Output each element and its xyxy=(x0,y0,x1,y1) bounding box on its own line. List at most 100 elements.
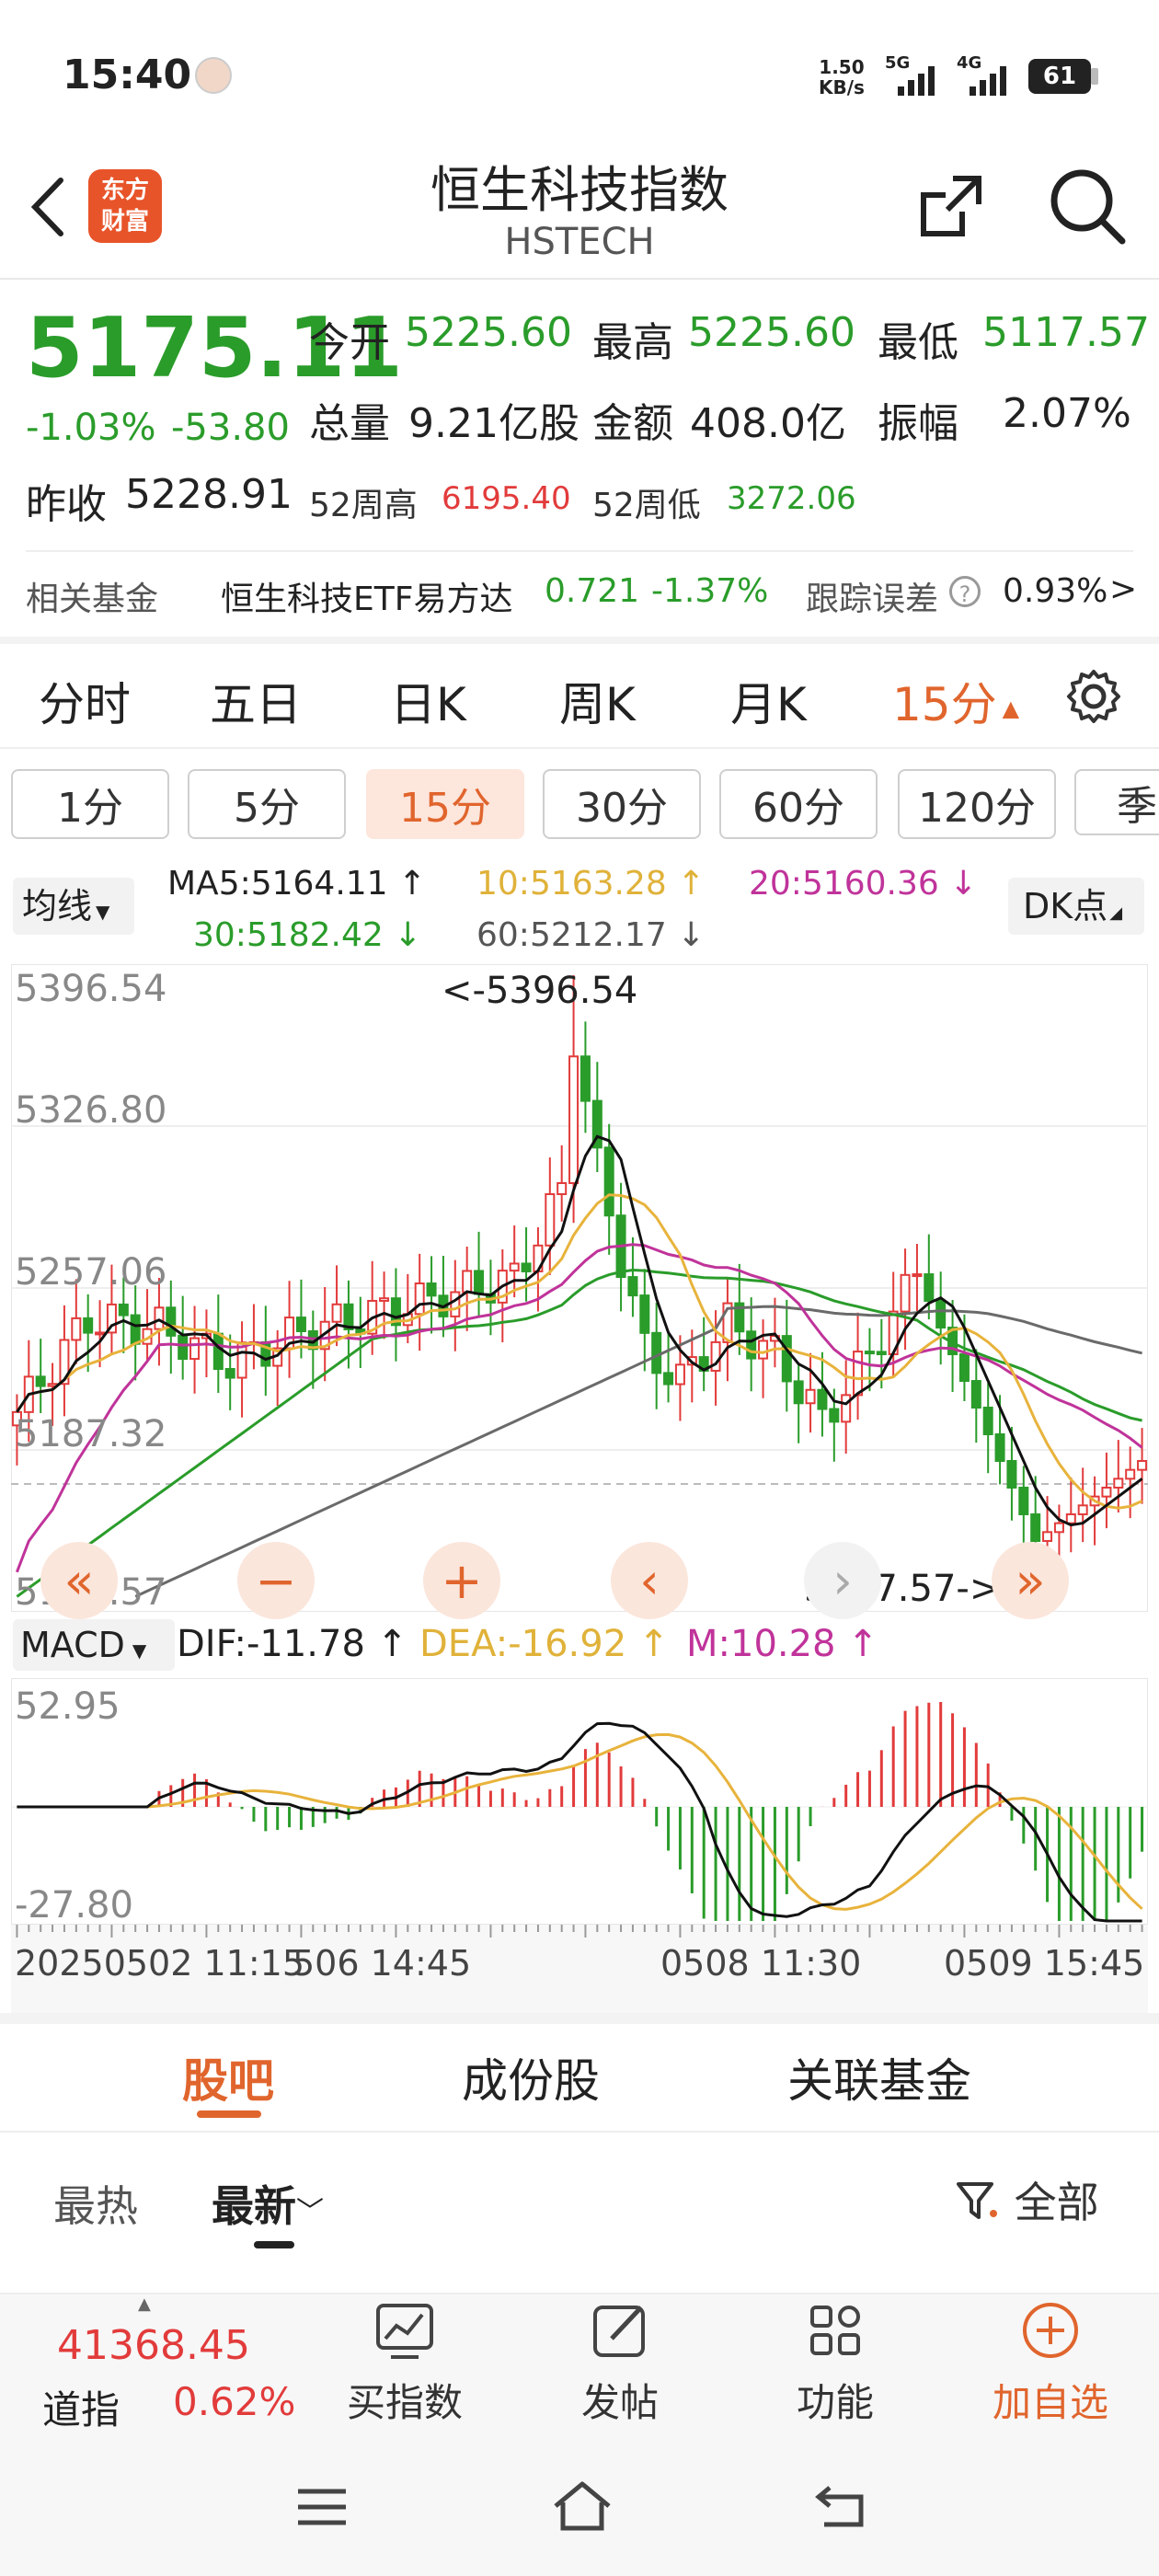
amount-value: 408.0亿 xyxy=(690,400,846,447)
ma20-value: 20:5160.36 ↓ xyxy=(749,865,978,903)
dk-point-button[interactable]: DK点 ◢ xyxy=(1008,878,1144,935)
candle-body xyxy=(1113,1478,1124,1489)
candle-body xyxy=(189,1337,201,1361)
candle-body xyxy=(1077,1504,1088,1515)
ma5-value: MA5:5164.11 ↑ xyxy=(167,865,427,903)
tab-guba[interactable]: 股吧 xyxy=(182,2044,274,2110)
next-candle-icon[interactable]: › xyxy=(804,1542,881,1619)
week52-low-label: 52周低 xyxy=(592,487,701,524)
post-button[interactable]: 发帖 xyxy=(548,2298,692,2428)
tab-five-day[interactable]: 五日 xyxy=(210,668,302,734)
candle-body xyxy=(95,1331,106,1336)
status-time: 15:40 xyxy=(63,52,192,98)
candle-body xyxy=(580,1055,591,1102)
scroll-right-icon[interactable]: » xyxy=(992,1542,1069,1619)
back-nav-icon[interactable] xyxy=(809,2480,870,2536)
caret-down-icon: ▼ xyxy=(96,901,110,923)
y-label-2: 5326.80 xyxy=(15,1089,167,1132)
open-label: 今开 xyxy=(309,319,390,366)
zoom-in-icon[interactable]: + xyxy=(423,1542,500,1619)
macd-m: M:10.28 ↑ xyxy=(686,1623,878,1665)
week52-high-label: 52周高 xyxy=(309,487,418,524)
tab-daily-k[interactable]: 日K xyxy=(390,668,466,734)
menu-icon[interactable] xyxy=(294,2484,350,2534)
caret-up-icon: ▲ xyxy=(1002,695,1020,721)
interval-quarter[interactable]: 季 xyxy=(1074,769,1159,835)
tab-monthly-k[interactable]: 月K xyxy=(730,668,807,734)
add-watchlist-button[interactable]: 加自选 xyxy=(979,2298,1122,2428)
candle-body xyxy=(1042,1531,1053,1542)
candle-body xyxy=(426,1282,437,1297)
candle-body xyxy=(958,1353,970,1383)
volume-label: 总量 xyxy=(309,400,390,447)
interval-5min[interactable]: 5分 xyxy=(188,769,346,839)
share-icon[interactable] xyxy=(916,171,986,245)
interval-120min[interactable]: 120分 xyxy=(898,769,1056,839)
candle-body xyxy=(521,1262,532,1272)
sort-new[interactable]: 最新﹀ xyxy=(212,2173,324,2234)
caret-down-icon: ▼ xyxy=(132,1639,147,1662)
change-value: -53.80 xyxy=(171,407,290,449)
interval-60min[interactable]: 60分 xyxy=(719,769,878,839)
candle-body xyxy=(331,1303,342,1323)
candle-body xyxy=(1137,1459,1148,1471)
tracking-error-label: 跟踪误差 xyxy=(806,581,939,618)
low-label: 最低 xyxy=(878,319,958,366)
tab-weekly-k[interactable]: 周K xyxy=(559,668,636,734)
kline-chart[interactable]: 5396.54 5326.80 5257.06 5187.32 5117.57 … xyxy=(11,964,1148,1619)
sort-hot[interactable]: 最热 xyxy=(53,2173,138,2234)
prev-candle-icon[interactable]: ‹ xyxy=(611,1542,688,1619)
candle-body xyxy=(639,1294,650,1334)
prev-close-label: 昨收 xyxy=(26,481,107,528)
candle-body xyxy=(970,1380,981,1409)
candle-body xyxy=(154,1306,165,1330)
filter-button[interactable]: 全部 xyxy=(953,2169,1099,2235)
buy-index-button[interactable]: 买指数 xyxy=(333,2298,476,2428)
fund-price: 0.721 xyxy=(545,572,640,610)
dow-index-value[interactable]: 41368.45 xyxy=(57,2322,250,2369)
chevron-down-icon: ﹀ xyxy=(296,2196,324,2228)
ma-selector[interactable]: 均线 ▼ xyxy=(13,878,134,935)
candle-body xyxy=(509,1262,520,1272)
interval-30min[interactable]: 30分 xyxy=(543,769,701,839)
scroll-left-icon[interactable]: « xyxy=(40,1542,118,1619)
tab-15min[interactable]: 15分 ▲ xyxy=(892,668,1019,734)
amplitude-label: 振幅 xyxy=(878,400,958,447)
candle-body xyxy=(758,1340,769,1360)
related-fund-row[interactable]: 相关基金 恒生科技ETF易方达 0.721 -1.37% 跟踪误差 ? 0.93… xyxy=(0,552,1159,637)
amount-label: 金额 xyxy=(592,400,673,447)
interval-1min[interactable]: 1分 xyxy=(11,769,169,839)
candle-body xyxy=(1053,1522,1064,1534)
macd-y-bottom: -27.80 xyxy=(15,1884,133,1926)
tab-intraday[interactable]: 分时 xyxy=(39,668,131,734)
search-icon[interactable] xyxy=(1047,166,1126,248)
interval-15min[interactable]: 15分 xyxy=(366,769,524,839)
candle-body xyxy=(853,1351,864,1397)
edit-icon xyxy=(548,2298,692,2372)
x-axis: 20250502 11:15 506 14:45 0508 11:30 0509… xyxy=(11,1925,1148,2013)
tab-constituents[interactable]: 成份股 xyxy=(462,2044,600,2110)
candle-body xyxy=(35,1375,46,1387)
battery-icon: 61 xyxy=(1028,59,1091,94)
macd-selector[interactable]: MACD ▼ xyxy=(13,1619,175,1671)
week52-high-value: 6195.40 xyxy=(442,480,571,517)
help-icon[interactable]: ? xyxy=(949,576,981,607)
filter-icon xyxy=(953,2177,1001,2235)
functions-button[interactable]: 功能 xyxy=(763,2298,907,2428)
x-label-2: 506 14:45 xyxy=(293,1943,472,1984)
home-icon[interactable] xyxy=(550,2478,614,2537)
avatar-icon xyxy=(195,57,232,94)
macd-chart[interactable]: 52.95 -27.80 xyxy=(11,1678,1148,1926)
y-label-1: 5396.54 xyxy=(15,968,167,1010)
candle-body xyxy=(663,1372,674,1386)
zoom-out-icon[interactable]: − xyxy=(237,1542,315,1619)
candle-body xyxy=(651,1331,662,1374)
grid-icon xyxy=(763,2298,907,2372)
net-speed: 1.50 KB/s xyxy=(819,56,865,98)
candle-body xyxy=(982,1407,993,1436)
macd-dea: DEA:-16.92 ↑ xyxy=(419,1623,670,1665)
dea-line xyxy=(17,1732,1143,1911)
tab-related-funds[interactable]: 关联基金 xyxy=(787,2044,971,2110)
candle-body xyxy=(1125,1468,1136,1480)
settings-gear-icon[interactable] xyxy=(1063,666,1124,730)
